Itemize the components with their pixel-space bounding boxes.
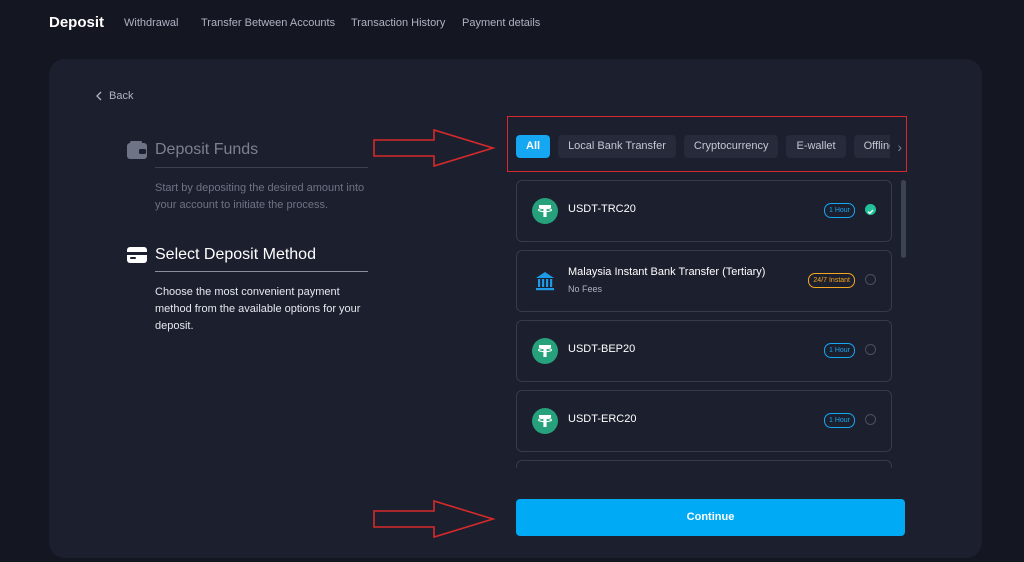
check-icon — [867, 209, 874, 215]
filter-chip-offline[interactable]: Offline — [853, 135, 890, 158]
annotation-arrow-icon — [373, 499, 496, 539]
back-label: Back — [109, 90, 134, 102]
tab-withdrawal[interactable]: Withdrawal — [124, 17, 178, 29]
method-name: USDT-ERC20 — [568, 413, 637, 425]
method-item[interactable] — [516, 460, 892, 468]
continue-button[interactable]: Continue — [516, 499, 905, 536]
method-item[interactable]: USDT-BEP20 1 Hour — [516, 320, 892, 382]
chevron-right-icon[interactable]: › — [897, 139, 902, 155]
step-title: Deposit Funds — [155, 141, 259, 158]
method-fee: No Fees — [568, 284, 603, 294]
method-radio[interactable] — [865, 274, 876, 285]
method-item[interactable]: USDT-TRC20 1 Hour — [516, 180, 892, 242]
step-title: Select Deposit Method — [155, 246, 316, 263]
back-button[interactable]: Back — [95, 90, 133, 102]
deposit-method-list: USDT-TRC20 1 Hour Malaysia Instant Bank … — [516, 180, 892, 468]
filter-chip-e-wallet[interactable]: E-wallet — [786, 135, 846, 158]
tab-payment-details[interactable]: Payment details — [462, 17, 540, 29]
method-item[interactable]: USDT-ERC20 1 Hour — [516, 390, 892, 452]
bank-icon — [536, 272, 554, 291]
step-deposit-funds: Deposit Funds Start by depositing the de… — [127, 141, 368, 211]
filter-chips: All Local Bank Transfer Cryptocurrency E… — [516, 135, 890, 159]
scrollbar-thumb[interactable] — [901, 180, 906, 258]
tether-icon — [532, 338, 558, 364]
method-name: USDT-BEP20 — [568, 343, 636, 355]
filter-chip-all[interactable]: All — [516, 135, 551, 158]
method-radio[interactable] — [865, 414, 876, 425]
method-list-scrollbar[interactable] — [901, 180, 906, 468]
method-filter-bar: All Local Bank Transfer Cryptocurrency E… — [507, 116, 907, 172]
method-name: USDT-TRC20 — [568, 203, 636, 215]
processing-time-badge: 1 Hour — [823, 413, 855, 428]
tab-transfer-between-accounts[interactable]: Transfer Between Accounts — [201, 17, 335, 29]
step-select-deposit-method: Select Deposit Method Choose the most co… — [127, 246, 368, 332]
chevron-left-icon — [96, 91, 102, 101]
card-icon — [127, 247, 147, 263]
processing-time-badge: 1 Hour — [823, 203, 855, 218]
annotation-arrow-icon — [373, 128, 496, 168]
method-name: Malaysia Instant Bank Transfer (Tertiary… — [568, 266, 766, 278]
method-item[interactable]: Malaysia Instant Bank Transfer (Tertiary… — [516, 250, 892, 312]
method-radio[interactable] — [865, 344, 876, 355]
processing-time-badge: 1 Hour — [823, 343, 855, 358]
divider — [155, 167, 368, 168]
method-radio[interactable] — [865, 204, 876, 215]
tether-icon — [532, 408, 558, 434]
step-description: Choose the most convenient payment metho… — [155, 286, 361, 332]
processing-time-badge: 24/7 Instant — [808, 273, 855, 288]
wallet-icon — [127, 141, 147, 159]
tether-icon — [532, 198, 558, 224]
top-nav: Deposit Withdrawal Transfer Between Acco… — [0, 0, 1024, 48]
filter-chip-cryptocurrency[interactable]: Cryptocurrency — [683, 135, 779, 158]
divider — [155, 271, 368, 272]
step-description: Start by depositing the desired amount i… — [155, 182, 365, 211]
tab-transaction-history[interactable]: Transaction History — [351, 17, 445, 29]
filter-chip-local-bank-transfer[interactable]: Local Bank Transfer — [558, 135, 676, 158]
tab-deposit[interactable]: Deposit — [49, 14, 104, 31]
